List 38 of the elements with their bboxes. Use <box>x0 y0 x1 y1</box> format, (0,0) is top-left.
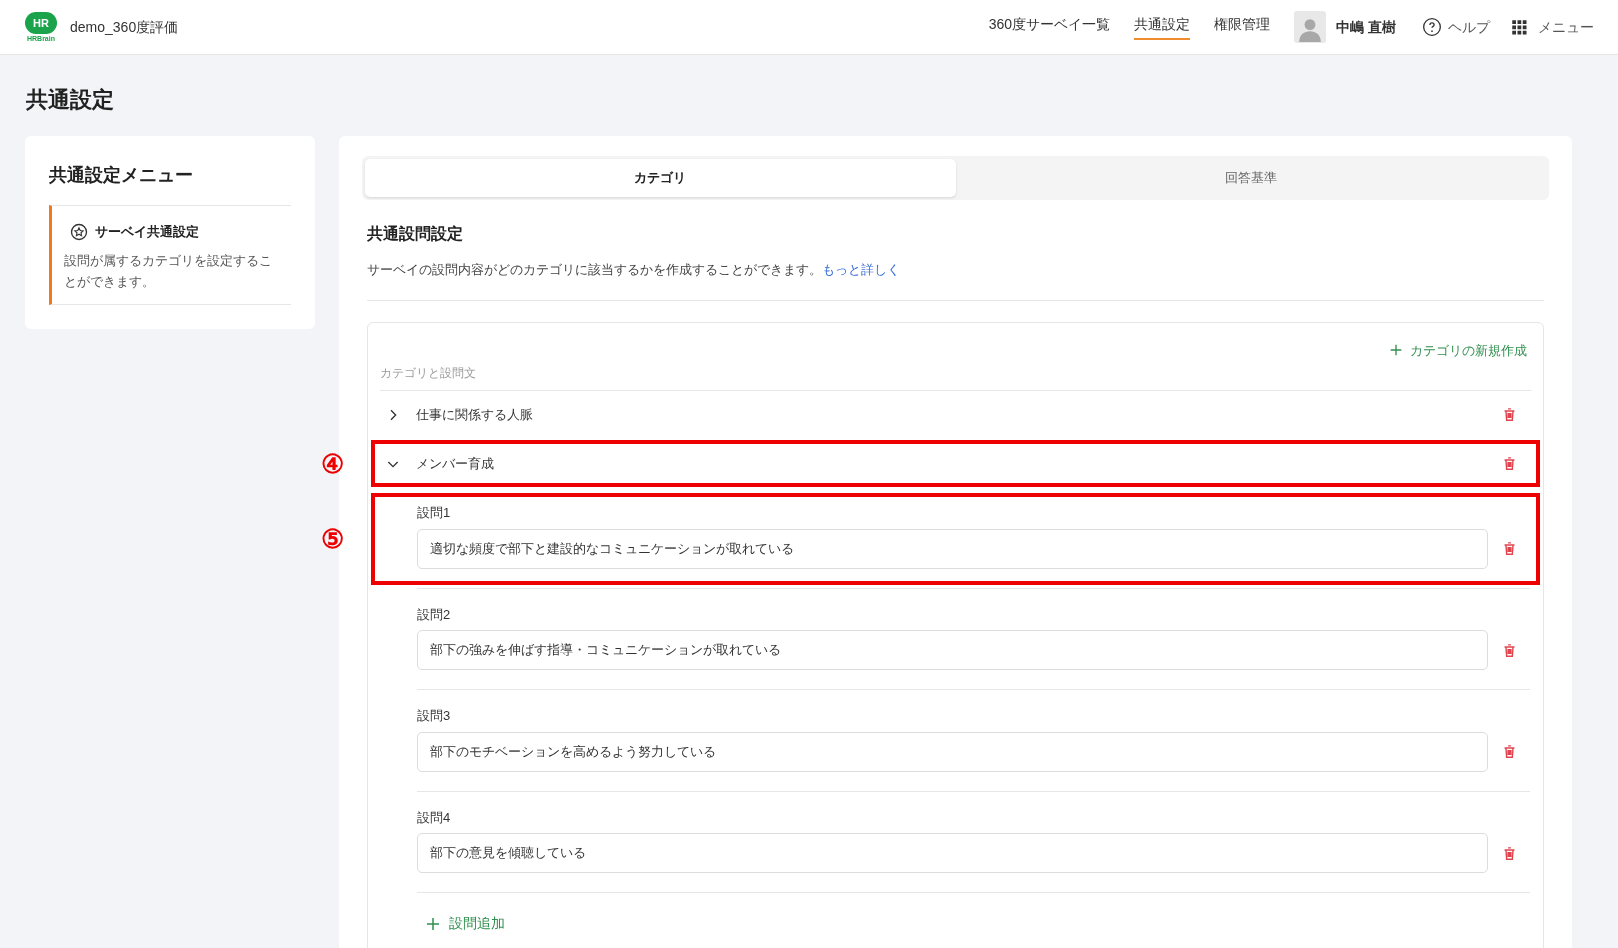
sidebar-item[interactable]: サーベイ共通設定 設問が属するカテゴリを設定することができます。 <box>49 205 291 305</box>
question-label: 設問2 <box>417 605 452 624</box>
create-category-button[interactable]: カテゴリの新規作成 <box>1388 340 1527 360</box>
menu-button[interactable]: メニュー <box>1510 16 1594 38</box>
question-label: 設問4 <box>417 808 452 827</box>
section-title: 共通設問設定 <box>367 224 464 244</box>
annotation-number: ⑤ <box>321 525 344 552</box>
tab[interactable]: カテゴリ <box>365 159 956 197</box>
category-row[interactable]: メンバー育成 <box>371 440 1540 487</box>
nav-link[interactable]: 共通設定 <box>1134 14 1191 40</box>
add-question-button[interactable]: 設問追加 <box>424 913 505 934</box>
workspace-name: demo_360度評価 <box>70 17 179 37</box>
nav-link[interactable]: 権限管理 <box>1214 14 1271 40</box>
star-badge-icon <box>70 222 88 241</box>
nav-link[interactable]: 360度サーベイ一覧 <box>988 14 1111 40</box>
sidebar-item-description: 設問が属するカテゴリを設定することができます。 <box>64 251 273 291</box>
category-name: メンバー育成 <box>416 454 495 473</box>
sidebar-item-title: サーベイ共通設定 <box>95 223 199 241</box>
question-input[interactable]: 適切な頻度で部下と建設的なコミュニケーションが取れている <box>417 528 1488 569</box>
tab[interactable]: 回答基準 <box>955 159 1546 197</box>
sidebar-title: 共通設定メニュー <box>49 164 194 187</box>
help-link[interactable]: ヘルプ <box>1422 16 1490 38</box>
more-link[interactable]: もっと詳しく <box>822 262 900 277</box>
question-label: 設問3 <box>417 707 452 725</box>
grid-icon <box>1510 18 1528 36</box>
question-input[interactable]: 部下の強みを伸ばす指導・コミュニケーションが取れている <box>417 630 1488 670</box>
user-name: 中嶋 直樹 <box>1336 17 1396 37</box>
help-icon <box>1422 17 1442 37</box>
question-label: 設問1 <box>417 504 452 522</box>
question-input[interactable]: 部下の意見を傾聴している <box>417 833 1488 873</box>
page-title: 共通設定 <box>26 86 115 114</box>
category-row[interactable]: 仕事に関係する人脈 <box>371 391 1540 438</box>
category-name: 仕事に関係する人脈 <box>416 405 534 424</box>
column-label: カテゴリと設問文 <box>380 364 1531 391</box>
logo-mark: HR <box>25 12 57 34</box>
section-description: サーベイの設問内容がどのカテゴリに該当するかを作成することができます。もっと詳しく <box>367 260 1544 301</box>
annotation-number: ④ <box>321 450 344 477</box>
question-input[interactable]: 部下のモチベーションを高めるよう努力している <box>417 731 1488 772</box>
